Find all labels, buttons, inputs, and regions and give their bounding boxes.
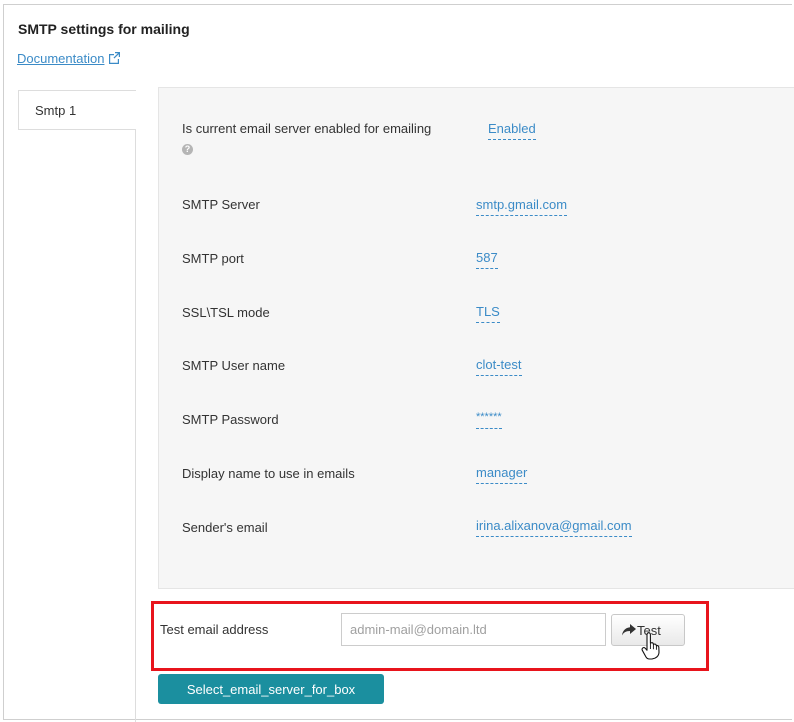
select-email-server-button[interactable]: Select_email_server_for_box	[158, 674, 384, 704]
label-ssl-mode: SSL\TSL mode	[182, 305, 270, 320]
test-email-label: Test email address	[160, 622, 269, 637]
test-email-input[interactable]	[341, 613, 606, 646]
value-sender-email[interactable]: irina.alixanova@gmail.com	[476, 518, 632, 537]
page-title: SMTP settings for mailing	[18, 21, 190, 37]
external-link-icon	[109, 52, 121, 64]
tab-smtp-1[interactable]: Smtp 1	[18, 90, 136, 130]
smtp-settings-panel	[158, 87, 794, 589]
test-button-label: Test	[637, 622, 661, 638]
share-arrow-icon	[622, 623, 636, 635]
value-smtp-server[interactable]: smtp.gmail.com	[476, 197, 568, 216]
label-smtp-username: SMTP User name	[182, 358, 286, 373]
label-smtp-server: SMTP Server	[182, 197, 260, 212]
test-button[interactable]: Test	[611, 614, 685, 646]
documentation-link-label: Documentation	[17, 51, 105, 66]
value-display-name[interactable]: manager	[476, 465, 528, 484]
documentation-link[interactable]: Documentation	[17, 51, 121, 66]
label-sender-email: Sender's email	[182, 520, 268, 535]
value-server-enabled[interactable]: Enabled	[488, 121, 536, 140]
label-smtp-port: SMTP port	[182, 251, 244, 266]
value-smtp-port[interactable]: 587	[476, 250, 498, 269]
label-display-name: Display name to use in emails	[182, 466, 355, 481]
value-ssl-mode[interactable]: TLS	[476, 304, 500, 323]
tab-label: Smtp 1	[35, 103, 77, 118]
label-smtp-password: SMTP Password	[182, 412, 279, 427]
tab-divider	[135, 130, 136, 722]
value-smtp-password[interactable]: ******	[476, 410, 502, 429]
value-smtp-username[interactable]: clot-test	[476, 357, 522, 376]
help-icon[interactable]: ?	[182, 144, 193, 155]
label-server-enabled: Is current email server enabled for emai…	[182, 121, 432, 136]
